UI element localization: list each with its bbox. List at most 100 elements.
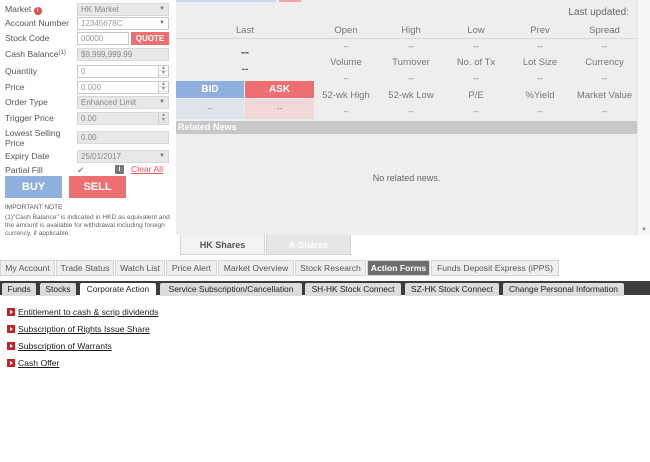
tab-watch-list[interactable]: Watch List <box>115 260 165 276</box>
link-cash-offer[interactable]: Cash Offer <box>18 358 59 368</box>
lowest-selling-label: Lowest Selling Price <box>5 128 61 148</box>
tab-trade-status[interactable]: Trade Status <box>56 260 114 276</box>
expiry-date-row: Expiry Date 25/01/2017 <box>5 150 169 163</box>
bid-button[interactable]: BID <box>176 81 244 98</box>
lowest-selling-row: Lowest Selling Price 0.00 <box>5 128 169 148</box>
quote-tab-bid <box>176 0 276 2</box>
prev-value: -- <box>537 42 543 51</box>
cash-balance-value: $9,999,999.99 <box>77 48 169 61</box>
tab-a-shares[interactable]: A-Shares <box>266 235 351 255</box>
cash-balance-row: Cash Balance(1) $9,999,999.99 <box>5 48 169 61</box>
market-select[interactable]: HK Market <box>77 3 169 16</box>
price-stepper[interactable]: ▲ ▼ <box>158 82 168 93</box>
partial-fill-label: Partial Fill <box>5 165 43 175</box>
spread-value: -- <box>601 42 608 51</box>
lowest-selling-input[interactable]: 0.00 <box>77 131 169 144</box>
link-entitlement[interactable]: Entitlement to cash & scrip dividends <box>18 307 158 317</box>
market-label: Market <box>5 4 32 14</box>
prev-header: Prev <box>530 25 550 36</box>
link-warrants[interactable]: Subscription of Warrants <box>18 341 112 351</box>
lot-size-value: -- <box>537 74 543 83</box>
account-select[interactable]: 12345678C <box>77 17 169 30</box>
currency-value: -- <box>601 74 608 83</box>
52wk-low-value: -- <box>408 107 414 116</box>
open-header: Open <box>334 25 358 36</box>
last-header: Last <box>236 25 254 36</box>
arrow-bullet-icon <box>7 342 15 350</box>
yield-header: %Yield <box>525 90 555 101</box>
account-row: Account Number 12345678C <box>5 17 169 30</box>
52wk-high-value: -- <box>343 107 349 116</box>
scroll-down-icon[interactable]: ▼ <box>641 227 647 233</box>
tab-sh-hk-stock-connect[interactable]: SH-HK Stock Connect <box>305 283 401 296</box>
tab-funds-deposit-express[interactable]: Funds Deposit Express (iPPS) <box>431 260 559 276</box>
low-value: -- <box>473 42 479 51</box>
clear-all-link[interactable]: Clear All <box>131 164 163 174</box>
tab-action-forms[interactable]: Action Forms <box>367 260 430 276</box>
stock-code-row: Stock Code 00000 QUOTE <box>5 32 169 45</box>
price-label: Price <box>5 82 25 92</box>
sell-button[interactable]: SELL <box>69 176 126 198</box>
arrow-bullet-icon <box>7 359 15 367</box>
order-type-select[interactable]: Enhanced Limit <box>77 96 169 109</box>
partial-fill-checkbox[interactable]: ✔ <box>77 165 87 175</box>
pe-value: -- <box>473 107 479 116</box>
price-row: Price 0.000 ▲ ▼ <box>5 81 169 94</box>
info-icon[interactable]: i <box>115 165 124 174</box>
tab-corporate-action[interactable]: Corporate Action <box>80 283 156 296</box>
account-label: Account Number <box>5 18 70 28</box>
quantity-row: Quantity 0 ▲ ▼ <box>5 65 169 78</box>
scrollbar[interactable]: ▼ <box>637 0 650 235</box>
stepper-down-icon[interactable]: ▼ <box>159 118 168 123</box>
price-value: 0.000 <box>81 83 102 92</box>
related-news-header: Related News <box>176 121 637 134</box>
market-value-header: Market Value <box>576 90 633 101</box>
quantity-stepper[interactable]: ▲ ▼ <box>158 66 168 77</box>
change-value: -- <box>241 64 249 75</box>
tab-my-account[interactable]: My Account <box>0 260 55 276</box>
trigger-price-input[interactable]: 0.00 ▲ ▼ <box>77 112 169 125</box>
order-form: Market i HK Market Account Number 123456… <box>0 0 176 237</box>
bid-value: -- <box>176 99 244 119</box>
open-value: -- <box>343 42 349 51</box>
trigger-price-stepper[interactable]: ▲ ▼ <box>158 113 168 124</box>
no-news-message: No related news. <box>372 173 441 183</box>
tab-funds[interactable]: Funds <box>2 283 36 296</box>
tab-stock-research[interactable]: Stock Research <box>295 260 366 276</box>
important-note-text: (1)"Cash Balance" is indicated in HKD as… <box>5 214 170 237</box>
trigger-price-label: Trigger Price <box>5 113 54 123</box>
market-value-value: -- <box>601 107 608 116</box>
price-input[interactable]: 0.000 ▲ ▼ <box>77 81 169 94</box>
quote-button[interactable]: QUOTE <box>131 32 169 45</box>
tab-price-alert[interactable]: Price Alert <box>166 260 217 276</box>
expiry-date-select[interactable]: 25/01/2017 <box>77 150 169 163</box>
lot-size-header: Lot Size <box>522 57 558 68</box>
info-icon[interactable]: i <box>33 7 42 15</box>
stepper-down-icon[interactable]: ▼ <box>159 87 168 92</box>
quantity-label: Quantity <box>5 66 38 76</box>
tab-sz-hk-stock-connect[interactable]: SZ-HK Stock Connect <box>405 283 499 296</box>
currency-header: Currency <box>585 57 624 68</box>
stock-code-input[interactable]: 00000 <box>77 32 129 45</box>
order-type-label: Order Type <box>5 97 48 107</box>
link-rights-issue[interactable]: Subscription of Rights Issue Share <box>18 324 150 334</box>
tab-hk-shares[interactable]: HK Shares <box>180 235 265 255</box>
stepper-down-icon[interactable]: ▼ <box>159 71 168 76</box>
trigger-price-row: Trigger Price 0.00 ▲ ▼ <box>5 112 169 125</box>
tab-change-personal-info[interactable]: Change Personal Information <box>503 283 624 296</box>
quantity-input[interactable]: 0 ▲ ▼ <box>77 65 169 78</box>
tab-stocks[interactable]: Stocks <box>40 283 76 296</box>
arrow-bullet-icon <box>7 308 15 316</box>
arrow-bullet-icon <box>7 325 15 333</box>
quote-panel: Last updated: Last Open High Low Prev Sp… <box>176 0 637 235</box>
tx-count-header: No. of Tx <box>456 57 496 68</box>
tab-market-overview[interactable]: Market Overview <box>218 260 294 276</box>
tab-service-subscription[interactable]: Service Subscription/Cancellation <box>160 283 302 296</box>
buy-button[interactable]: BUY <box>5 176 62 198</box>
volume-value: -- <box>343 74 349 83</box>
last-price-value: -- <box>241 45 249 59</box>
ask-button[interactable]: ASK <box>245 81 314 98</box>
52wk-high-header: 52-wk High <box>322 90 370 101</box>
turnover-value: -- <box>408 74 414 83</box>
stock-code-label: Stock Code <box>5 33 50 43</box>
